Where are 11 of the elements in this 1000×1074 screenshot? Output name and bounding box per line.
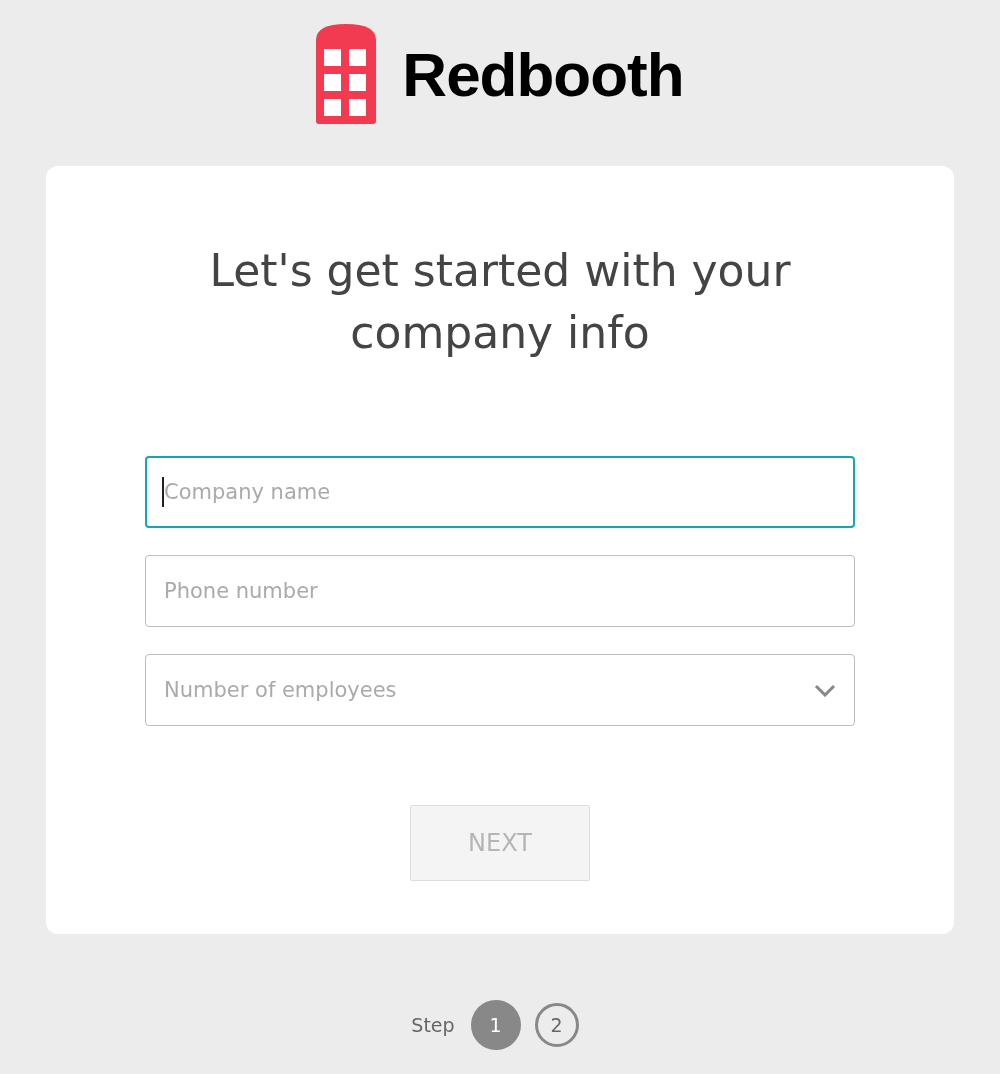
step-indicator[interactable]: 1 [470,1000,521,1050]
input-field[interactable]: Phone number [145,555,855,627]
chevron-down-icon [814,683,836,697]
input-field[interactable]: Company name [145,456,855,528]
form-heading: Let's get started with your company info [208,244,792,360]
step-indicator[interactable]: 2 [534,1003,579,1047]
select-field[interactable]: Number of employees [145,654,855,726]
step-label: Step [411,1014,455,1036]
brand-name: Redbooth [402,38,684,110]
booth-logo-icon [316,24,377,124]
text-cursor [162,477,164,507]
